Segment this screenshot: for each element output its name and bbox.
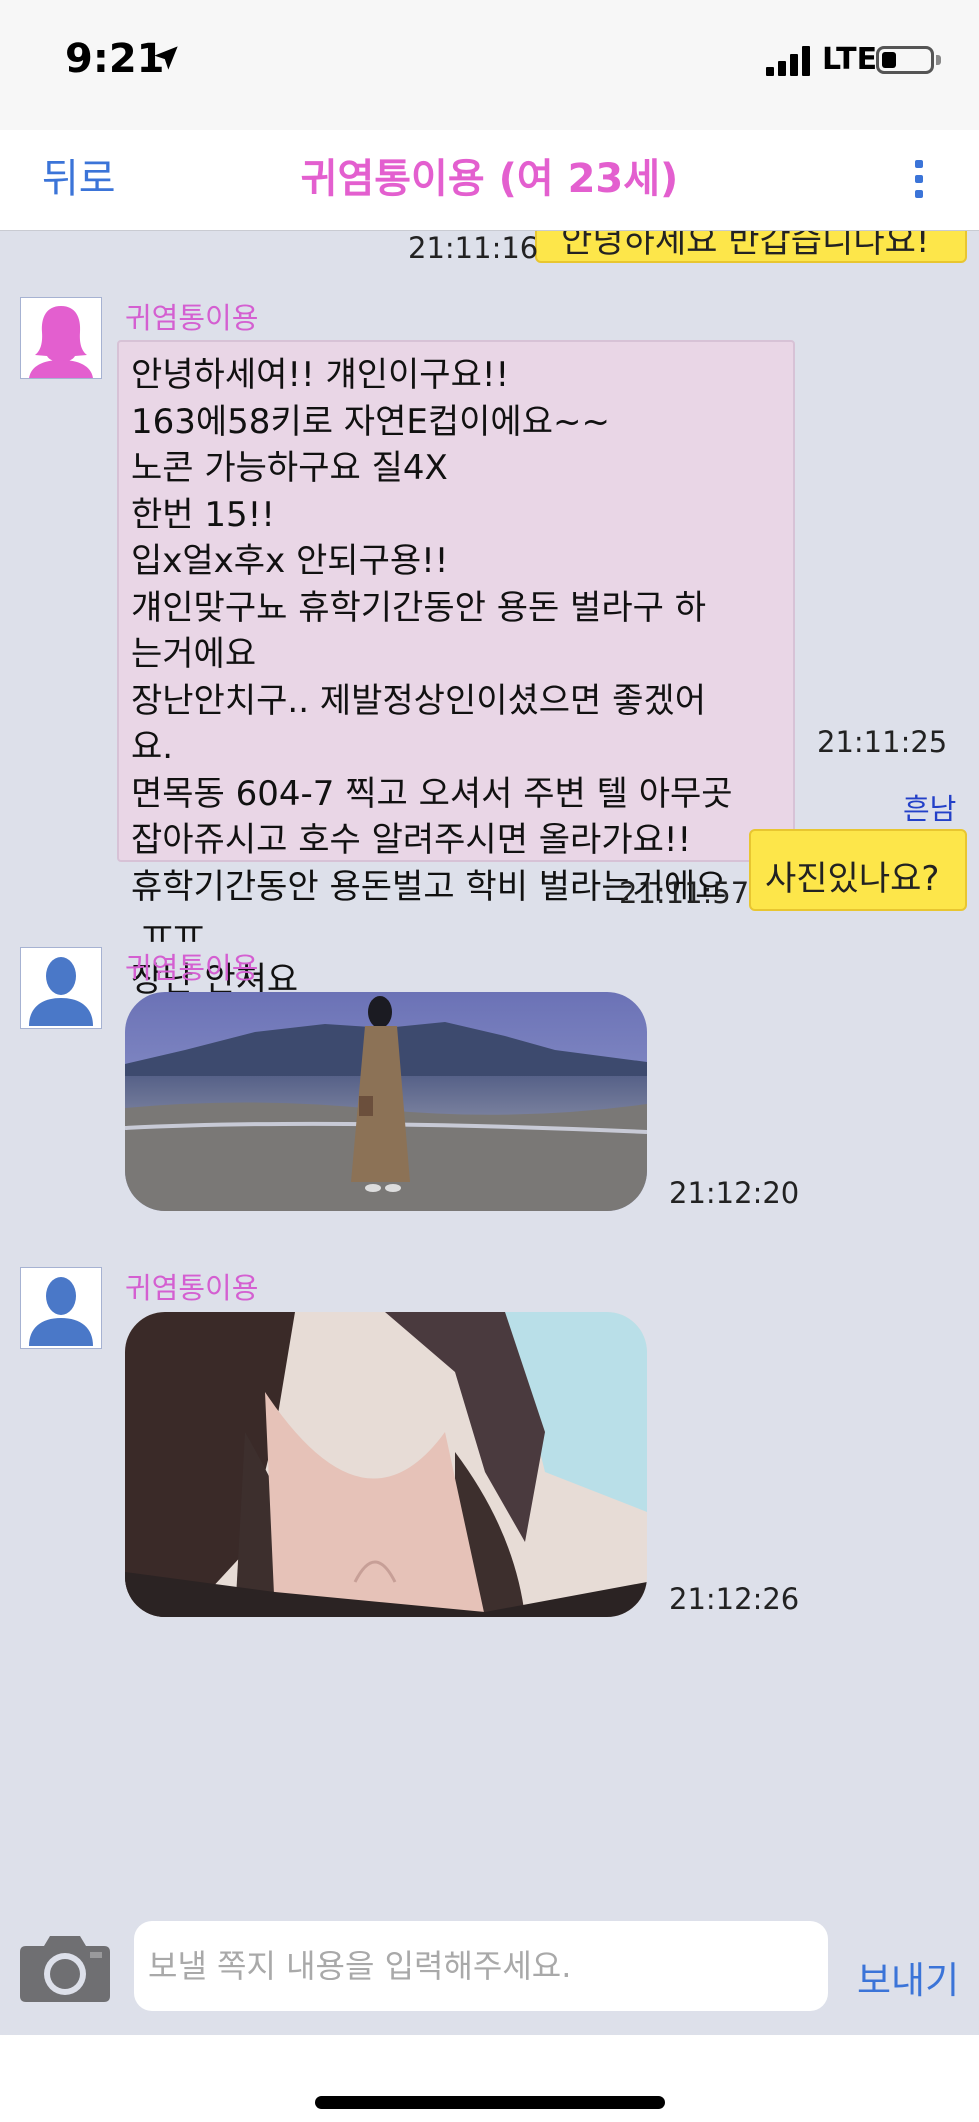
- message-line: 163에58키로 자연E컵이에요~~: [131, 401, 610, 442]
- message-input-bar: 보내기: [0, 1900, 979, 2035]
- battery-icon: [876, 46, 934, 74]
- selfie-photo[interactable]: [125, 1312, 647, 1617]
- message-time: 21:11:25: [817, 725, 948, 759]
- outgoing-message-bubble: 안녕하세요 반갑습니다요!: [535, 231, 967, 263]
- sender-name: 귀염통이용: [125, 301, 259, 335]
- message-time: 21:11:57: [619, 876, 750, 910]
- outgoing-message-bubble: 사진있나요?: [749, 829, 967, 911]
- message-input[interactable]: [134, 1921, 828, 2011]
- battery-tip: [936, 55, 941, 65]
- send-button[interactable]: 보내기: [857, 1950, 959, 2004]
- sender-name: 귀염통이용: [125, 951, 259, 985]
- network-type: LTE: [822, 42, 878, 77]
- my-name: 흔남: [903, 792, 957, 826]
- status-bar: 9:21 LTE: [0, 0, 979, 130]
- home-bar-area: [0, 2035, 979, 2122]
- message-line: 는거에요: [131, 634, 257, 674]
- avatar[interactable]: [20, 947, 102, 1029]
- message-time: 21:11:16: [408, 231, 539, 265]
- message-line: 면목동 604-7 찍고 오셔서 주변 텔 아무곳: [131, 773, 733, 814]
- signal-strength-icon: [766, 46, 814, 76]
- sender-name: 귀염통이용: [125, 1271, 259, 1305]
- message-line: 잡아쥬시고 호수 알려주시면 올라가요!!: [131, 820, 692, 860]
- incoming-message-bubble: 안녕하세여!! 걔인이구요!! 163에58키로 자연E컵이에요~~ 노콘 가능…: [117, 340, 795, 1000]
- message-text: 사진있나요?: [765, 859, 940, 899]
- beach-photo[interactable]: [125, 992, 647, 1211]
- message-time: 21:12:20: [669, 1176, 800, 1210]
- avatar[interactable]: [20, 1267, 102, 1349]
- message-text: 안녕하세요 반갑습니다요!: [561, 231, 930, 261]
- message-line: 걔인맞구뇨 휴학기간동안 용돈 벌라구 하: [131, 587, 706, 628]
- female-avatar-icon: [29, 306, 93, 378]
- chat-title: 귀염통이용 (여 23세): [300, 156, 679, 202]
- message-line: 입x얼x후x 안되구용!!: [131, 541, 449, 581]
- location-arrow-icon: [154, 46, 178, 70]
- message-line: 요.: [131, 727, 174, 767]
- message-time: 21:12:26: [669, 1582, 800, 1616]
- person-avatar-icon: [29, 957, 93, 1026]
- camera-icon[interactable]: [20, 1930, 110, 2002]
- avatar[interactable]: [20, 297, 102, 379]
- status-time: 9:21: [65, 36, 165, 82]
- message-line: 한번 15!!: [131, 494, 275, 535]
- person-avatar-icon: [29, 1277, 93, 1346]
- chat-messages[interactable]: 안녕하세요 반갑습니다요! 21:11:16 귀염통이용 안녕하세여!! 걔인이…: [0, 231, 979, 1900]
- message-line: 안녕하세여!! 걔인이구요!!: [131, 355, 510, 395]
- home-indicator[interactable]: [315, 2096, 665, 2109]
- nav-bar: 뒤로 귀염통이용 (여 23세): [0, 130, 979, 231]
- message-line: 장난안치구.. 제발정상인이셨으면 좋겠어: [131, 680, 706, 721]
- message-line: 노콘 가능하구요 질4X: [131, 448, 448, 488]
- more-options-icon[interactable]: [912, 160, 926, 200]
